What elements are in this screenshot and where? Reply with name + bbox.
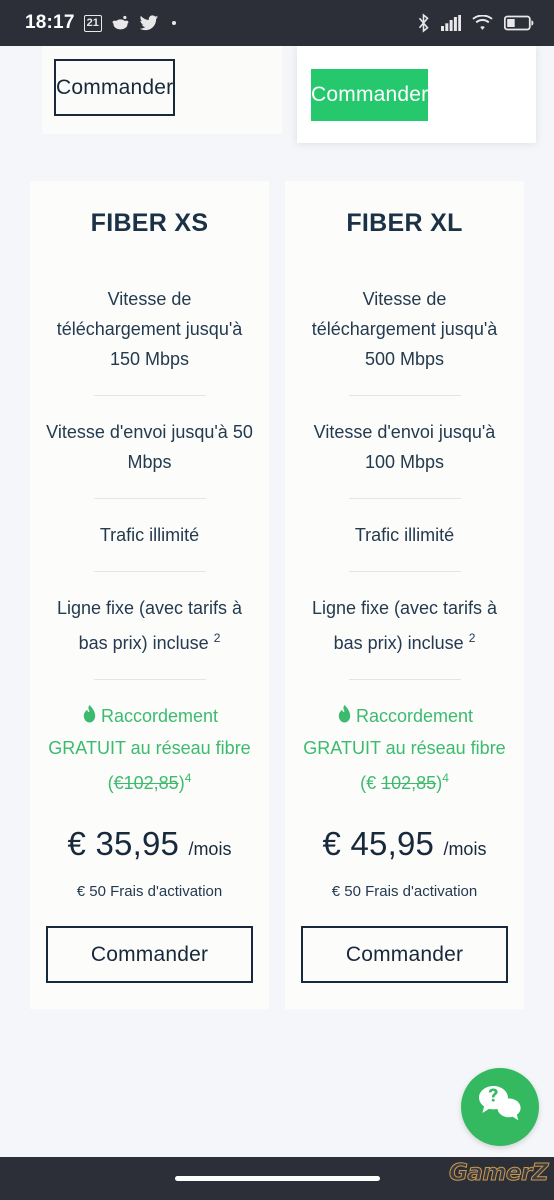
feature-divider xyxy=(348,571,461,572)
plan-feature-download-speed: Vitesse de téléchargement jusqu'à 500 Mb… xyxy=(311,289,498,369)
plan-promo-free-connection: Raccordement GRATUIT au réseau fibre (€ … xyxy=(301,701,508,798)
plan-title: FIBER XL xyxy=(346,209,463,237)
battery-icon xyxy=(504,15,534,31)
plan-promo-free-connection: Raccordement GRATUIT au réseau fibre (€1… xyxy=(46,701,253,798)
plan-price-block: € 45,95 /mois € 50 Frais d'activation xyxy=(323,825,487,900)
plan-order-button[interactable]: Commander xyxy=(46,926,253,983)
plan-feature-traffic: Trafic illimité xyxy=(99,525,200,545)
feature-divider xyxy=(93,498,206,499)
plan-price-period: /mois xyxy=(188,839,232,859)
chat-support-button[interactable] xyxy=(461,1068,539,1146)
plan-title: FIBER XS xyxy=(90,209,209,237)
plan-promo-footnote: 4 xyxy=(442,771,449,785)
plan-price: € 35,95 /mois xyxy=(68,825,232,863)
bluetooth-icon xyxy=(417,13,430,33)
status-bar-right xyxy=(417,13,534,33)
plan-feature-upload-speed: Vitesse d'envoi jusqu'à 100 Mbps xyxy=(313,422,496,472)
top-order-button-right[interactable]: Commander xyxy=(311,69,429,121)
chat-question-icon xyxy=(476,1084,524,1131)
top-partial-card-strip: Commander Commander xyxy=(0,46,554,143)
wifi-icon xyxy=(472,15,493,31)
reddit-icon xyxy=(111,15,130,31)
calendar-icon: 21 xyxy=(83,14,102,32)
plan-price-amount: € 35,95 xyxy=(67,825,180,862)
plan-promo-struck-price: €102,85 xyxy=(113,773,179,793)
plan-activation-fee: € 50 Frais d'activation xyxy=(331,883,478,900)
plan-price-block: € 35,95 /mois € 50 Frais d'activation xyxy=(68,825,232,900)
flame-icon xyxy=(336,703,353,733)
plan-feature-download-speed: Vitesse de téléchargement jusqu'à 150 Mb… xyxy=(56,289,243,369)
plan-card-list: FIBER XS Vitesse de téléchargement jusqu… xyxy=(0,143,554,1009)
cellular-signal-icon xyxy=(441,15,461,31)
twitter-icon xyxy=(139,14,159,32)
status-bar: 18:17 21 xyxy=(0,0,554,46)
feature-divider xyxy=(348,498,461,499)
dot-icon xyxy=(171,21,176,25)
top-partial-card-right: Commander xyxy=(297,46,536,143)
plan-feature-landline: Ligne fixe (avec tarifs à bas prix) incl… xyxy=(301,593,508,658)
status-time: 18:17 xyxy=(25,12,75,33)
status-bar-left: 18:17 21 xyxy=(25,12,176,34)
plan-promo-footnote: 4 xyxy=(184,771,192,785)
watermark: GamerZ xyxy=(449,1160,549,1187)
top-order-button-left[interactable]: Commander xyxy=(54,59,176,116)
plan-order-button[interactable]: Commander xyxy=(301,926,508,983)
feature-divider xyxy=(93,395,206,396)
home-gesture-pill[interactable] xyxy=(174,1176,380,1181)
top-partial-card-left: Commander xyxy=(42,46,282,134)
plan-card-fiber-xl: FIBER XL Vitesse de téléchargement jusqu… xyxy=(285,181,524,1009)
plan-feature-landline-footnote: 2 xyxy=(468,631,476,645)
plan-activation-fee: € 50 Frais d'activation xyxy=(76,883,223,900)
plan-feature-traffic: Trafic illimité xyxy=(354,525,455,545)
plan-price-amount: € 45,95 xyxy=(322,825,435,862)
plan-feature-landline-footnote: 2 xyxy=(213,631,221,645)
plan-card-fiber-xs: FIBER XS Vitesse de téléchargement jusqu… xyxy=(30,181,269,1009)
plan-price: € 45,95 /mois xyxy=(323,825,487,863)
feature-divider xyxy=(93,679,206,680)
plan-price-period: /mois xyxy=(443,839,487,859)
plan-promo-struck-price: 102,85 xyxy=(381,773,437,793)
flame-icon xyxy=(81,703,98,733)
feature-divider xyxy=(348,679,461,680)
feature-divider xyxy=(348,395,461,396)
plan-feature-landline: Ligne fixe (avec tarifs à bas prix) incl… xyxy=(46,593,253,658)
feature-divider xyxy=(93,571,206,572)
plan-feature-upload-speed: Vitesse d'envoi jusqu'à 50 Mbps xyxy=(46,422,253,472)
